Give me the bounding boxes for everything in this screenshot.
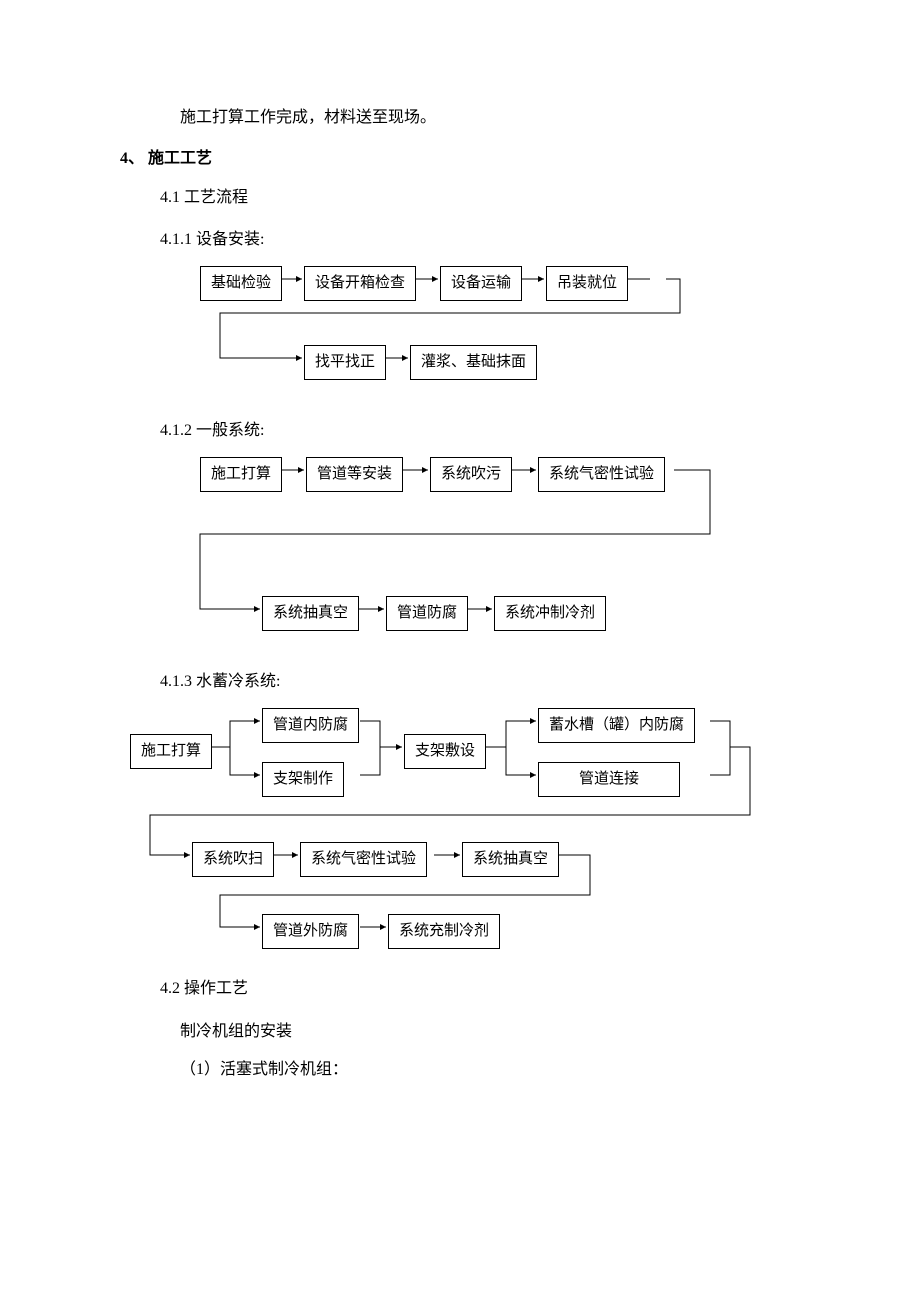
section-4-1-title: 4.1 工艺流程 (160, 184, 830, 213)
flow1-box3: 设备运输 (440, 266, 522, 301)
flow2-box5: 系统抽真空 (262, 596, 359, 631)
flow3-box5: 蓄水槽（罐）内防腐 (538, 708, 695, 743)
flow3-box9: 系统抽真空 (462, 842, 559, 877)
text-piston-unit: （1）活塞式制冷机组： (180, 1056, 830, 1085)
flow3-box1: 施工打算 (130, 734, 212, 769)
text-refrigeration-unit: 制冷机组的安装 (180, 1018, 830, 1047)
flow2-box4: 系统气密性试验 (538, 457, 665, 492)
flowchart-general-system: 施工打算 管道等安装 系统吹污 系统气密性试验 系统抽真空 管道防腐 系统冲制冷… (180, 454, 830, 654)
section-4-1-3-title: 4.1.3 水蓄冷系统: (160, 668, 830, 697)
section-4-title: 4、 施工工艺 (120, 145, 830, 174)
flow3-box2: 管道内防腐 (262, 708, 359, 743)
flow1-box1: 基础检验 (200, 266, 282, 301)
flow3-box10: 管道外防腐 (262, 914, 359, 949)
flow1-box6: 灌浆、基础抹面 (410, 345, 537, 380)
flow2-box3: 系统吹污 (430, 457, 512, 492)
section-4-2-title: 4.2 操作工艺 (160, 975, 830, 1004)
flow1-box4: 吊装就位 (546, 266, 628, 301)
section-4-1-2-title: 4.1.2 一般系统: (160, 417, 830, 446)
flow2-box1: 施工打算 (200, 457, 282, 492)
flow1-box2: 设备开箱检查 (304, 266, 416, 301)
intro-text: 施工打算工作完成，材料送至现场。 (180, 104, 830, 133)
flow2-box7: 系统冲制冷剂 (494, 596, 606, 631)
flow3-box11: 系统充制冷剂 (388, 914, 500, 949)
flow3-box7: 系统吹扫 (192, 842, 274, 877)
flow2-box6: 管道防腐 (386, 596, 468, 631)
flow3-box3: 支架制作 (262, 762, 344, 797)
flowchart-equipment-install: 基础检验 设备开箱检查 设备运输 吊装就位 找平找正 灌浆、基础抹面 (180, 263, 830, 403)
flow3-box8: 系统气密性试验 (300, 842, 427, 877)
flow3-box4: 支架敷设 (404, 734, 486, 769)
flow2-box2: 管道等安装 (306, 457, 403, 492)
flow3-box6: 管道连接 (538, 762, 680, 797)
section-4-1-1-title: 4.1.1 设备安装: (160, 226, 830, 255)
flowchart-water-storage: 施工打算 管道内防腐 支架制作 支架敷设 蓄水槽（罐）内防腐 管道连接 系统吹扫… (130, 705, 830, 965)
flow1-box5: 找平找正 (304, 345, 386, 380)
